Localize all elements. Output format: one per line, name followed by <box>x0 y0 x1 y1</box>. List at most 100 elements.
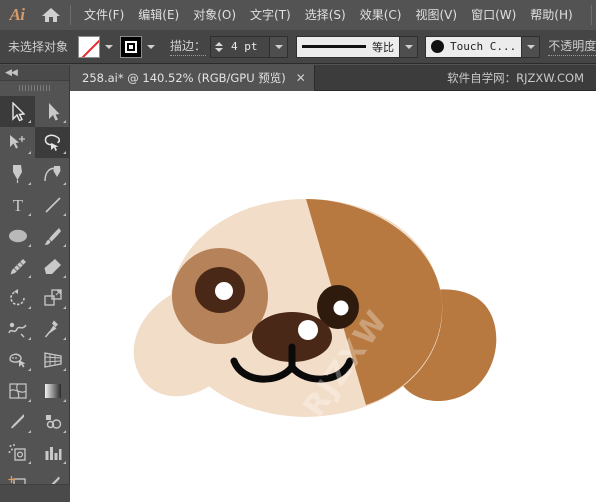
selection-tool[interactable] <box>0 96 35 127</box>
tool-corner-icon <box>28 244 31 247</box>
tool-corner-icon <box>28 151 31 154</box>
brush-definition-select[interactable]: Touch C... <box>425 35 523 58</box>
close-icon[interactable]: ✕ <box>296 72 306 84</box>
tool-corner-icon <box>28 399 31 402</box>
menu-divider <box>70 5 71 25</box>
stroke-swatch[interactable] <box>120 35 143 58</box>
tools-panel-grip[interactable] <box>0 81 69 94</box>
tool-corner-icon <box>28 182 31 185</box>
tools-panel: ◀◀ T <box>0 65 70 502</box>
eraser-tool[interactable] <box>35 251 70 282</box>
ellipse-tool[interactable] <box>0 220 35 251</box>
stroke-chevron-down-icon[interactable] <box>142 36 159 58</box>
stroke-profile-chevron-down-icon[interactable] <box>400 35 419 58</box>
brush-definition-group[interactable]: Touch C... <box>425 35 541 58</box>
mesh-tool[interactable] <box>0 375 35 406</box>
site-watermark: 软件自学网：RJZXW.COM <box>447 70 584 85</box>
svg-text:T: T <box>12 196 23 214</box>
opacity-label[interactable]: 不透明度 <box>548 37 596 56</box>
scale-tool[interactable] <box>35 282 70 313</box>
menu-items: 文件(F) 编辑(E) 对象(O) 文字(T) 选择(S) 效果(C) 视图(V… <box>77 0 580 30</box>
menu-select[interactable]: 选择(S) <box>298 0 353 30</box>
selection-status: 未选择对象 <box>8 40 69 54</box>
blend-tool[interactable] <box>35 406 70 437</box>
stroke-profile-select[interactable]: 等比 <box>296 35 401 58</box>
tool-corner-icon <box>63 120 66 123</box>
control-bar: 未选择对象 描边： 4 pt 等比 Touch C... 不透明度 <box>0 30 596 64</box>
type-tool[interactable]: T <box>0 189 35 220</box>
magic-wand-tool[interactable] <box>0 127 35 158</box>
tools-panel-header[interactable]: ◀◀ <box>0 65 69 81</box>
lasso-tool[interactable] <box>35 127 70 158</box>
eyedropper-tool[interactable] <box>0 406 35 437</box>
brush-definition-label: Touch C... <box>450 40 517 53</box>
fill-swatch[interactable] <box>78 35 101 58</box>
menu-type[interactable]: 文字(T) <box>243 0 298 30</box>
column-graph-tool[interactable] <box>35 437 70 468</box>
tool-corner-icon <box>28 337 31 340</box>
tool-corner-icon <box>63 337 66 340</box>
tool-corner-icon <box>63 182 66 185</box>
fill-swatch-group[interactable] <box>78 35 117 58</box>
stroke-profile-label: 等比 <box>372 41 395 54</box>
stroke-profile-group[interactable]: 等比 <box>296 35 419 58</box>
tool-corner-icon <box>28 275 31 278</box>
dog-face-illustration[interactable] <box>70 91 596 502</box>
canvas-area[interactable]: RJZXW <box>70 91 596 502</box>
stroke-weight-chevron-down-icon[interactable] <box>270 35 289 58</box>
stroke-label[interactable]: 描边： <box>170 37 207 56</box>
menu-window[interactable]: 窗口(W) <box>464 0 523 30</box>
perspective-grid-tool[interactable] <box>35 344 70 375</box>
document-tab[interactable]: 258.ai* @ 140.52% (RGB/GPU 预览) ✕ <box>70 64 315 91</box>
document-tab-title: 258.ai* @ 140.52% (RGB/GPU 预览) <box>82 70 286 85</box>
stroke-profile-preview <box>302 45 367 48</box>
tool-corner-icon <box>63 244 66 247</box>
tool-corner-icon <box>63 306 66 309</box>
menu-help[interactable]: 帮助(H) <box>523 0 579 30</box>
shaper-pencil-tool[interactable] <box>0 251 35 282</box>
tools-panel-footer <box>0 484 70 502</box>
illustrator-window: Ai 文件(F) 编辑(E) 对象(O) 文字(T) 选择(S) 效果(C) 视… <box>0 0 596 502</box>
tool-corner-icon <box>63 213 66 216</box>
tool-corner-icon <box>63 151 66 154</box>
app-logo: Ai <box>9 5 25 24</box>
brush-preview-icon <box>431 40 445 53</box>
line-segment-tool[interactable] <box>35 189 70 220</box>
pen-tool[interactable] <box>0 158 35 189</box>
symbol-sprayer-tool[interactable] <box>0 437 35 468</box>
stroke-swatch-group[interactable] <box>120 35 159 58</box>
menu-object[interactable]: 对象(O) <box>186 0 243 30</box>
paintbrush-tool[interactable] <box>35 220 70 251</box>
gradient-tool[interactable] <box>35 375 70 406</box>
tool-corner-icon <box>28 213 31 216</box>
collapse-panel-icon[interactable]: ◀◀ <box>5 67 18 78</box>
stroke-weight-group[interactable]: 4 pt <box>210 35 289 58</box>
curvature-tool[interactable] <box>35 158 70 189</box>
brush-definition-chevron-down-icon[interactable] <box>522 35 541 58</box>
menu-file[interactable]: 文件(F) <box>77 0 131 30</box>
direct-selection-tool[interactable] <box>35 96 70 127</box>
tool-corner-icon <box>28 368 31 371</box>
home-icon[interactable] <box>34 0 68 30</box>
right-eye-highlight <box>333 300 349 316</box>
menu-edit[interactable]: 编辑(E) <box>131 0 186 30</box>
width-warp-tool[interactable] <box>0 313 35 344</box>
tool-grid: T <box>0 94 70 502</box>
stroke-weight-input[interactable]: 4 pt <box>226 35 271 58</box>
tool-corner-icon <box>63 368 66 371</box>
stroke-weight-stepper[interactable] <box>210 35 227 58</box>
nose-highlight <box>298 320 318 340</box>
tool-corner-icon <box>63 275 66 278</box>
document-tab-bar: 258.ai* @ 140.52% (RGB/GPU 预览) ✕ 软件自学网：R… <box>70 64 596 91</box>
rotate-tool[interactable] <box>0 282 35 313</box>
left-eye-highlight <box>215 282 233 300</box>
tool-corner-icon <box>63 430 66 433</box>
menu-bar: Ai 文件(F) 编辑(E) 对象(O) 文字(T) 选择(S) 效果(C) 视… <box>0 0 596 30</box>
tool-corner-icon <box>63 461 66 464</box>
fill-chevron-down-icon[interactable] <box>100 36 117 58</box>
shape-builder-tool[interactable] <box>0 344 35 375</box>
menu-effect[interactable]: 效果(C) <box>353 0 409 30</box>
free-transform-tool[interactable] <box>35 313 70 344</box>
tool-corner-icon <box>28 306 31 309</box>
menu-view[interactable]: 视图(V) <box>408 0 464 30</box>
